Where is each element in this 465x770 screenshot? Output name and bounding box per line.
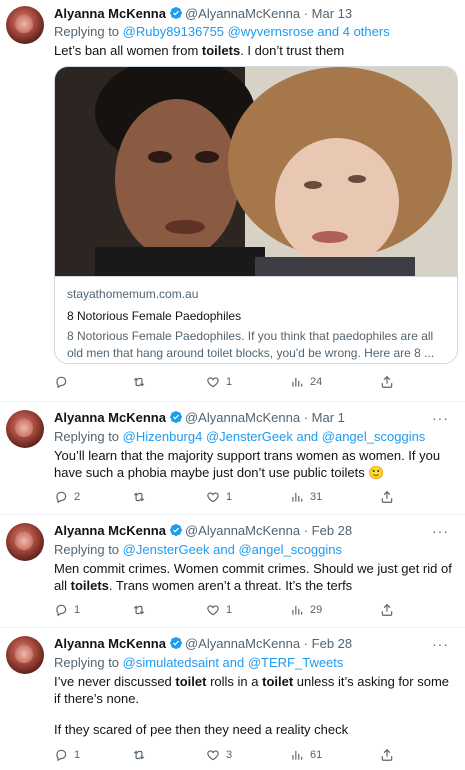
retweet-button[interactable] bbox=[132, 602, 152, 618]
replying-to-users[interactable]: @Ruby89136755 @wyvernsrose and 4 others bbox=[123, 24, 390, 39]
more-icon[interactable]: ··· bbox=[432, 523, 449, 539]
share-icon bbox=[381, 490, 393, 503]
like-icon bbox=[207, 377, 219, 388]
tweet-date[interactable]: · Mar 1 bbox=[304, 410, 345, 425]
tweet-text: You’ll learn that the majority support t… bbox=[54, 448, 441, 480]
share-icon bbox=[381, 748, 393, 761]
tweet-text: Let’s ban all women from toilets. I don’… bbox=[54, 43, 345, 58]
reply-button[interactable]: 1 bbox=[54, 602, 80, 618]
like-button[interactable]: 1 bbox=[206, 602, 232, 618]
card-domain: stayathomemum.com.au bbox=[67, 287, 199, 301]
replying-to: Replying to @Hizenburg4 @JensterGeek and… bbox=[54, 429, 426, 444]
reply-button[interactable]: 2 bbox=[54, 489, 80, 505]
avatar[interactable] bbox=[6, 410, 44, 448]
like-icon bbox=[207, 605, 219, 616]
reply-icon bbox=[56, 376, 67, 389]
share-button[interactable] bbox=[380, 602, 394, 618]
replying-to-users[interactable]: @simulatedsaint and @TERF_Tweets bbox=[123, 655, 344, 670]
like-icon bbox=[207, 750, 219, 761]
author-name[interactable]: Alyanna McKenna bbox=[54, 410, 166, 425]
tweet-actions: 1 1 29 bbox=[54, 602, 394, 618]
avatar[interactable] bbox=[6, 6, 44, 44]
share-icon bbox=[381, 603, 393, 616]
author-handle[interactable]: @AlyannaMcKenna bbox=[185, 636, 300, 651]
like-icon bbox=[207, 492, 219, 503]
tweet-header: Alyanna McKenna @AlyannaMcKenna · Mar 13 bbox=[54, 6, 457, 24]
tweet-text: I’ve never discussed toilet rolls in a t… bbox=[54, 674, 450, 706]
author-handle[interactable]: @AlyannaMcKenna bbox=[185, 6, 300, 21]
more-icon[interactable]: ··· bbox=[432, 636, 449, 652]
views-button[interactable]: 24 bbox=[290, 374, 322, 390]
verified-badge-icon bbox=[170, 411, 182, 423]
tweet-text-line-2: If they scared of pee then they need a r… bbox=[54, 722, 349, 737]
views-button[interactable]: 61 bbox=[290, 747, 322, 763]
like-button[interactable]: 1 bbox=[206, 374, 232, 390]
link-card[interactable]: stayathomemum.com.au 8 Notorious Female … bbox=[54, 66, 458, 364]
views-button[interactable]: 29 bbox=[290, 602, 322, 618]
tweet-date[interactable]: · Mar 13 bbox=[304, 6, 352, 21]
share-button[interactable] bbox=[380, 489, 394, 505]
verified-badge-icon bbox=[170, 7, 182, 19]
reply-icon bbox=[56, 604, 67, 617]
views-icon bbox=[292, 492, 303, 502]
retweet-button[interactable] bbox=[132, 747, 152, 763]
tweet-1[interactable]: Alyanna McKenna @AlyannaMcKenna · Mar 13 … bbox=[0, 0, 465, 402]
tweet-date[interactable]: · Feb 28 bbox=[304, 636, 352, 651]
avatar[interactable] bbox=[6, 636, 44, 674]
avatar[interactable] bbox=[6, 523, 44, 561]
share-button[interactable] bbox=[380, 747, 394, 763]
author-name[interactable]: Alyanna McKenna bbox=[54, 523, 166, 538]
tweet-3[interactable]: Alyanna McKenna @AlyannaMcKenna · Feb 28 … bbox=[0, 515, 465, 628]
author-handle[interactable]: @AlyannaMcKenna bbox=[185, 410, 300, 425]
author-name[interactable]: Alyanna McKenna bbox=[54, 6, 166, 21]
reply-icon bbox=[56, 749, 67, 762]
card-info[interactable]: stayathomemum.com.au 8 Notorious Female … bbox=[55, 276, 457, 363]
retweet-icon bbox=[133, 750, 145, 760]
like-button[interactable]: 1 bbox=[206, 489, 232, 505]
views-icon bbox=[292, 605, 303, 615]
retweet-icon bbox=[133, 492, 145, 502]
tweet-actions: 1 3 61 bbox=[54, 747, 394, 763]
replying-to: Replying to @Ruby89136755 @wyvernsrose a… bbox=[54, 24, 390, 39]
share-icon bbox=[381, 375, 393, 388]
card-title: 8 Notorious Female Paedophiles bbox=[67, 309, 242, 323]
verified-badge-icon bbox=[170, 637, 182, 649]
card-photo bbox=[55, 67, 457, 276]
retweet-button[interactable] bbox=[132, 489, 152, 505]
card-description: 8 Notorious Female Paedophiles. If you t… bbox=[67, 329, 435, 360]
views-button[interactable]: 31 bbox=[290, 489, 322, 505]
tweet-actions: 2 1 31 bbox=[54, 489, 394, 505]
reply-icon bbox=[56, 491, 67, 504]
views-icon bbox=[292, 750, 303, 760]
tweet-text: Men commit crimes. Women commit crimes. … bbox=[54, 561, 452, 593]
share-button[interactable] bbox=[380, 374, 394, 390]
reply-button[interactable]: 1 bbox=[54, 747, 80, 763]
like-button[interactable]: 3 bbox=[206, 747, 232, 763]
retweet-button[interactable] bbox=[132, 374, 152, 390]
replying-to: Replying to @simulatedsaint and @TERF_Tw… bbox=[54, 655, 344, 670]
card-image[interactable] bbox=[55, 67, 457, 276]
replying-to-users[interactable]: @Hizenburg4 @JensterGeek and @angel_scog… bbox=[123, 429, 426, 444]
more-icon[interactable]: ··· bbox=[432, 410, 449, 426]
retweet-icon bbox=[133, 377, 145, 387]
tweet-4[interactable]: Alyanna McKenna @AlyannaMcKenna · Feb 28 … bbox=[0, 628, 465, 770]
tweet-date[interactable]: · Feb 28 bbox=[304, 523, 352, 538]
retweet-icon bbox=[133, 605, 145, 615]
tweet-actions: 1 24 bbox=[54, 374, 394, 390]
tweet-header: Alyanna McKenna @AlyannaMcKenna · Feb 28 … bbox=[54, 523, 457, 541]
reply-button[interactable] bbox=[54, 374, 74, 390]
author-name[interactable]: Alyanna McKenna bbox=[54, 636, 166, 651]
tweet-2[interactable]: Alyanna McKenna @AlyannaMcKenna · Mar 1 ·… bbox=[0, 402, 465, 515]
replying-to-users[interactable]: @JensterGeek and @angel_scoggins bbox=[123, 542, 342, 557]
tweet-header: Alyanna McKenna @AlyannaMcKenna · Mar 1 ·… bbox=[54, 410, 457, 428]
tweet-header: Alyanna McKenna @AlyannaMcKenna · Feb 28 … bbox=[54, 636, 457, 654]
author-handle[interactable]: @AlyannaMcKenna bbox=[185, 523, 300, 538]
verified-badge-icon bbox=[170, 524, 182, 536]
views-icon bbox=[292, 377, 303, 387]
replying-to: Replying to @JensterGeek and @angel_scog… bbox=[54, 542, 343, 557]
